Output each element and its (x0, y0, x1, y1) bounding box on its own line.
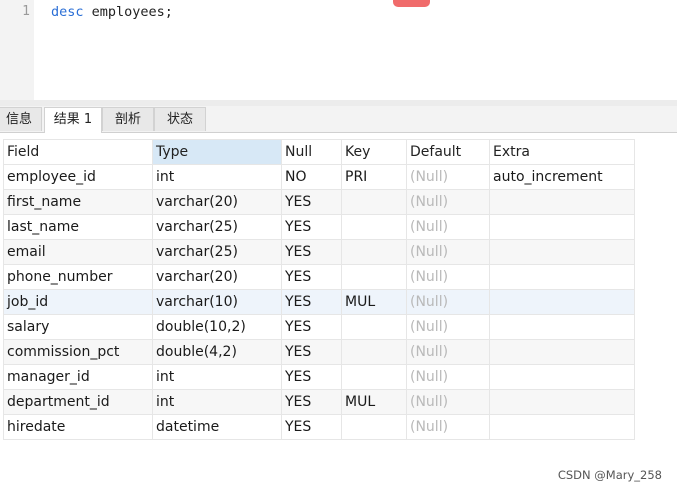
tab-result-1[interactable]: 结果 1 (44, 107, 102, 133)
cell-default[interactable]: (Null) (406, 239, 490, 265)
column-header-type[interactable]: Type (152, 139, 282, 165)
cell-null[interactable]: NO (281, 164, 342, 190)
cell-extra[interactable] (489, 364, 635, 390)
cell-null[interactable]: YES (281, 314, 342, 340)
cell-null[interactable]: YES (281, 264, 342, 290)
table-row[interactable]: department_id int YES MUL (Null) (3, 389, 635, 415)
cell-type[interactable]: int (152, 364, 282, 390)
cell-type[interactable]: int (152, 164, 282, 190)
cell-field[interactable]: hiredate (3, 414, 153, 440)
line-number-gutter: 1 (0, 0, 34, 100)
cell-field[interactable]: email (3, 239, 153, 265)
cell-default[interactable]: (Null) (406, 364, 490, 390)
cell-null[interactable]: YES (281, 239, 342, 265)
cell-field[interactable]: manager_id (3, 364, 153, 390)
code-line[interactable]: desc employees; (51, 4, 173, 20)
cell-default[interactable]: (Null) (406, 189, 490, 215)
cell-null[interactable]: YES (281, 389, 342, 415)
code-text: employees; (83, 4, 173, 20)
cell-default[interactable]: (Null) (406, 314, 490, 340)
cell-type[interactable]: int (152, 389, 282, 415)
cell-default[interactable]: (Null) (406, 164, 490, 190)
cell-field[interactable]: phone_number (3, 264, 153, 290)
watermark: CSDN @Mary_258 (557, 468, 662, 482)
cell-field[interactable]: department_id (3, 389, 153, 415)
column-header-null[interactable]: Null (281, 139, 342, 165)
cell-default[interactable]: (Null) (406, 289, 490, 315)
line-number: 1 (22, 4, 30, 19)
cell-field[interactable]: last_name (3, 214, 153, 240)
cell-field[interactable]: salary (3, 314, 153, 340)
table-row[interactable]: last_name varchar(25) YES (Null) (3, 214, 635, 240)
cell-key[interactable]: PRI (341, 164, 407, 190)
tab-profile[interactable]: 剖析 (102, 107, 154, 131)
cell-key[interactable] (341, 339, 407, 365)
cell-type[interactable]: double(4,2) (152, 339, 282, 365)
column-header-key[interactable]: Key (341, 139, 407, 165)
cell-default[interactable]: (Null) (406, 264, 490, 290)
cell-extra[interactable] (489, 314, 635, 340)
cell-key[interactable] (341, 214, 407, 240)
header-row: Field Type Null Key Default Extra (3, 139, 635, 165)
table-row[interactable]: salary double(10,2) YES (Null) (3, 314, 635, 340)
cell-extra[interactable] (489, 239, 635, 265)
cell-type[interactable]: varchar(20) (152, 189, 282, 215)
cell-key[interactable]: MUL (341, 289, 407, 315)
result-grid: Field Type Null Key Default Extra employ… (3, 139, 635, 440)
cell-key[interactable] (341, 264, 407, 290)
table-row-selected[interactable]: job_id varchar(10) YES MUL (Null) (3, 289, 635, 315)
cell-field[interactable]: first_name (3, 189, 153, 215)
cell-key[interactable] (341, 239, 407, 265)
table-row[interactable]: manager_id int YES (Null) (3, 364, 635, 390)
cell-null[interactable]: YES (281, 214, 342, 240)
table-row[interactable]: email varchar(25) YES (Null) (3, 239, 635, 265)
tab-status[interactable]: 状态 (154, 107, 206, 131)
table-row[interactable]: phone_number varchar(20) YES (Null) (3, 264, 635, 290)
cell-key[interactable] (341, 414, 407, 440)
cell-key[interactable]: MUL (341, 389, 407, 415)
cell-extra[interactable] (489, 414, 635, 440)
cell-type[interactable]: varchar(25) (152, 214, 282, 240)
cell-key[interactable] (341, 189, 407, 215)
table-row[interactable]: hiredate datetime YES (Null) (3, 414, 635, 440)
cell-field[interactable]: employee_id (3, 164, 153, 190)
cell-key[interactable] (341, 364, 407, 390)
cell-extra[interactable] (489, 264, 635, 290)
cell-default[interactable]: (Null) (406, 214, 490, 240)
cell-extra[interactable] (489, 389, 635, 415)
cell-field[interactable]: commission_pct (3, 339, 153, 365)
cell-key[interactable] (341, 314, 407, 340)
tab-info[interactable]: 信息 (0, 107, 42, 131)
code-keyword: desc (51, 4, 84, 20)
column-header-extra[interactable]: Extra (489, 139, 635, 165)
cell-field[interactable]: job_id (3, 289, 153, 315)
sql-editor[interactable]: 1 desc employees; (0, 0, 677, 100)
cell-type[interactable]: varchar(20) (152, 264, 282, 290)
cell-type[interactable]: datetime (152, 414, 282, 440)
cell-null[interactable]: YES (281, 339, 342, 365)
cell-null[interactable]: YES (281, 189, 342, 215)
result-tabs: 信息 结果 1 剖析 状态 (0, 106, 677, 133)
cell-null[interactable]: YES (281, 364, 342, 390)
cell-extra[interactable] (489, 214, 635, 240)
cell-type[interactable]: double(10,2) (152, 314, 282, 340)
run-indicator-tab[interactable] (393, 0, 430, 7)
cell-extra[interactable] (489, 339, 635, 365)
cell-extra[interactable]: auto_increment (489, 164, 635, 190)
table-row[interactable]: employee_id int NO PRI (Null) auto_incre… (3, 164, 635, 190)
cell-default[interactable]: (Null) (406, 414, 490, 440)
column-header-field[interactable]: Field (3, 139, 153, 165)
cell-extra[interactable] (489, 189, 635, 215)
cell-type[interactable]: varchar(25) (152, 239, 282, 265)
column-header-default[interactable]: Default (406, 139, 490, 165)
cell-type[interactable]: varchar(10) (152, 289, 282, 315)
table-row[interactable]: commission_pct double(4,2) YES (Null) (3, 339, 635, 365)
cell-null[interactable]: YES (281, 414, 342, 440)
cell-null[interactable]: YES (281, 289, 342, 315)
table-row[interactable]: first_name varchar(20) YES (Null) (3, 189, 635, 215)
cell-extra[interactable] (489, 289, 635, 315)
cell-default[interactable]: (Null) (406, 339, 490, 365)
cell-default[interactable]: (Null) (406, 389, 490, 415)
